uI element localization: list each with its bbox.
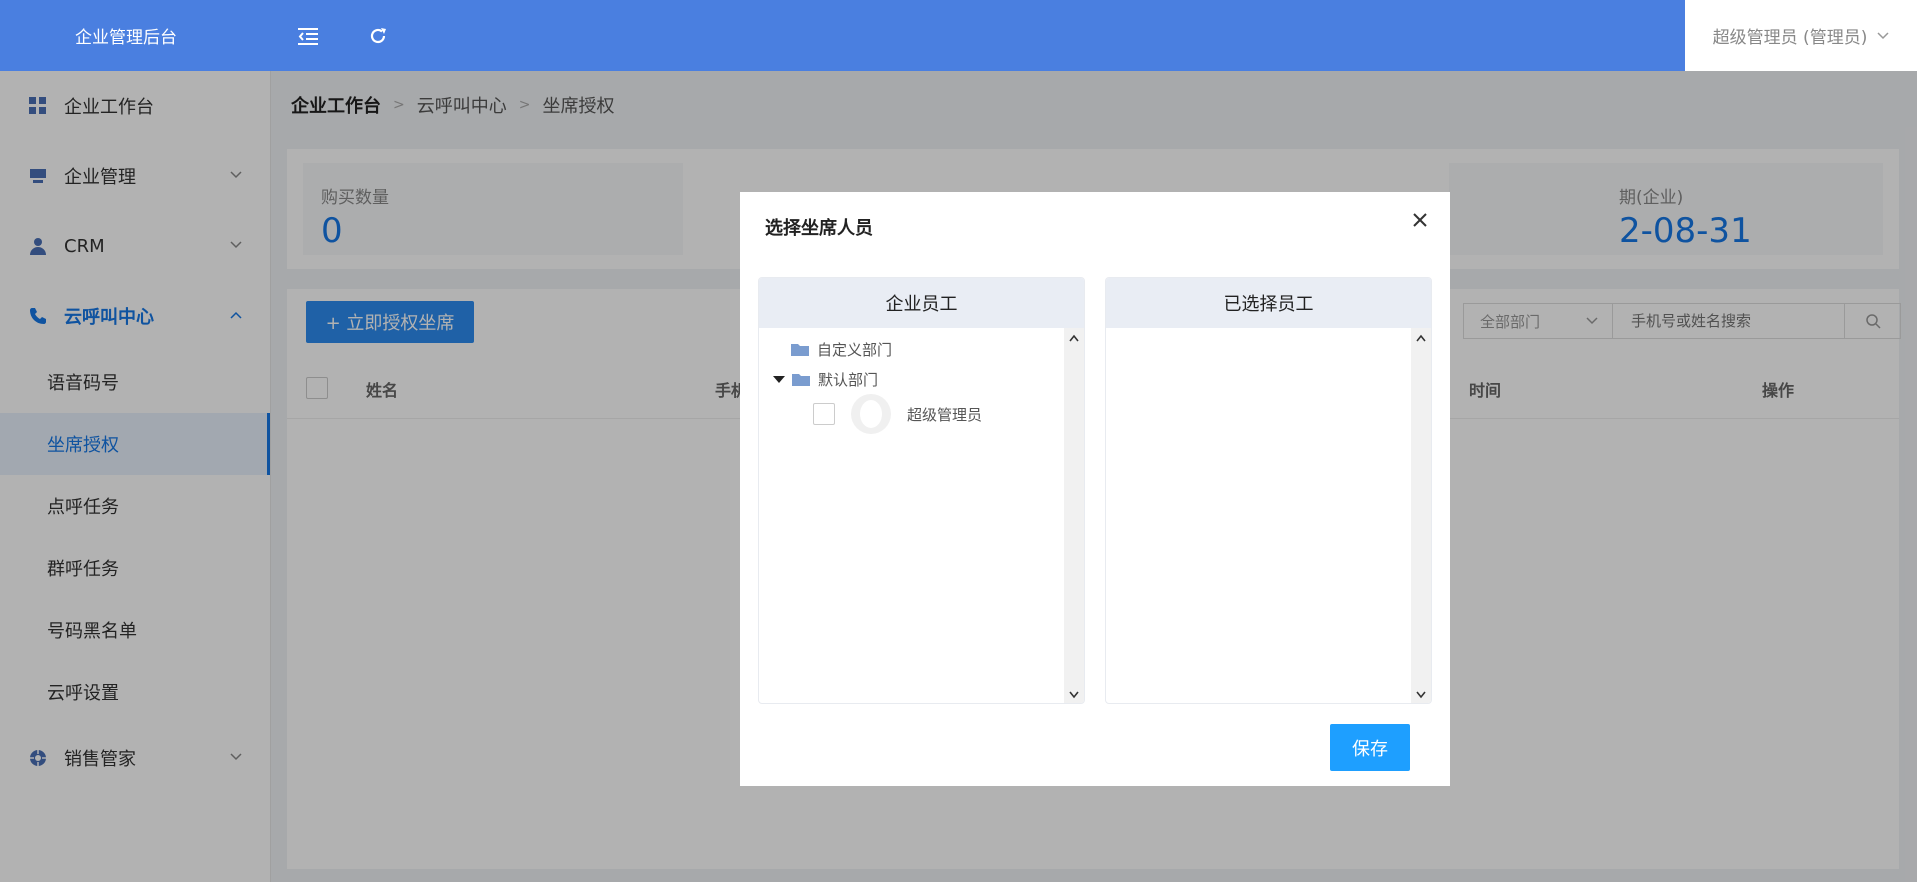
tree-dept-default[interactable]: 默认部门: [773, 369, 878, 390]
tree-dept-custom[interactable]: 自定义部门: [791, 339, 892, 360]
refresh-icon[interactable]: [366, 24, 390, 48]
scrollbar[interactable]: [1064, 328, 1084, 703]
employee-checkbox[interactable]: [813, 403, 835, 425]
chevron-down-icon[interactable]: [1069, 691, 1079, 699]
chevron-down-icon: [1877, 31, 1889, 39]
save-button[interactable]: 保存: [1330, 724, 1410, 771]
chevron-up-icon[interactable]: [1069, 334, 1079, 342]
user-name: 超级管理员 (管理员): [1712, 28, 1868, 48]
folder-icon: [791, 344, 809, 356]
tree-employee[interactable]: 超级管理员: [813, 394, 982, 434]
chevron-up-icon[interactable]: [1416, 334, 1426, 342]
folder-icon: [792, 374, 810, 386]
employee-panel: 企业员工 自定义部门 默认部门 超级管理员: [758, 277, 1085, 704]
modal-title: 选择坐席人员: [765, 218, 873, 239]
selected-panel: 已选择员工: [1105, 277, 1432, 704]
brand-title: 企业管理后台: [75, 28, 177, 48]
caret-down-icon[interactable]: [773, 376, 785, 383]
menu-fold-icon[interactable]: [296, 24, 320, 48]
avatar: [851, 394, 891, 434]
close-icon[interactable]: [1408, 208, 1432, 232]
chevron-down-icon[interactable]: [1416, 691, 1426, 699]
modal-overlay[interactable]: 选择坐席人员 企业员工 自定义部门 默认部门 超级管理员 已选择员工 保存: [0, 71, 1917, 882]
panel-title: 企业员工: [759, 278, 1084, 328]
select-seat-modal: 选择坐席人员 企业员工 自定义部门 默认部门 超级管理员 已选择员工 保存: [740, 192, 1450, 786]
tree-label: 自定义部门: [817, 341, 893, 359]
scrollbar[interactable]: [1411, 328, 1431, 703]
employee-name: 超级管理员: [907, 405, 983, 424]
top-bar: 企业管理后台 超级管理员 (管理员): [0, 0, 1917, 71]
user-menu[interactable]: 超级管理员 (管理员): [1685, 0, 1917, 71]
panel-title: 已选择员工: [1106, 278, 1431, 328]
tree-label: 默认部门: [818, 371, 879, 389]
